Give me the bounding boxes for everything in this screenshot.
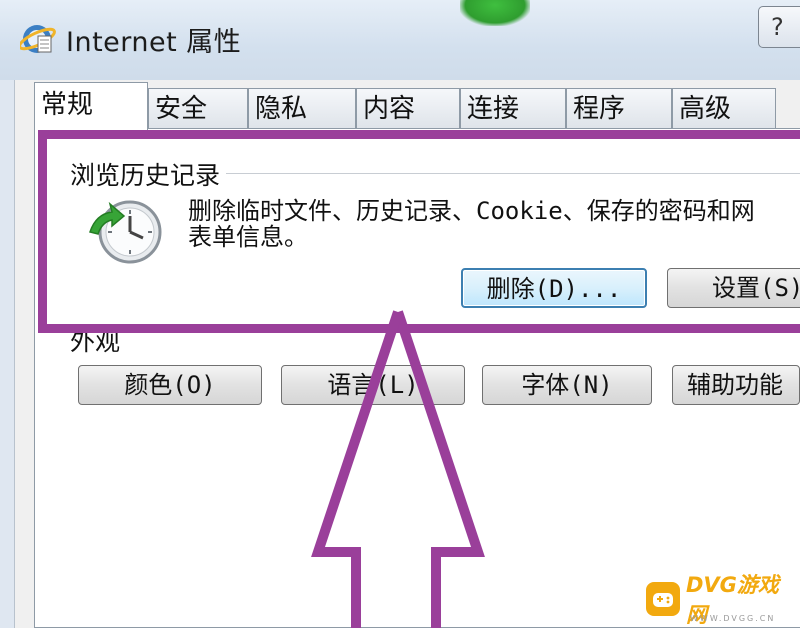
tab-content[interactable]: 内容 [356,88,460,128]
tab-programs[interactable]: 程序 [566,88,672,128]
background-blob [460,0,530,26]
tab-security[interactable]: 安全 [148,88,248,128]
window-titlebar[interactable]: Internet 属性 ? [0,0,800,81]
window-left-border [0,80,15,628]
tab-connections[interactable]: 连接 [460,88,566,128]
annotation-up-arrow [311,310,485,628]
tab-general[interactable]: 常规 [34,82,148,130]
help-button[interactable]: ? [758,6,800,48]
watermark-url: WWW.DVGG.CN [690,614,776,623]
watermark-logo: DVG游戏网 [646,573,796,627]
window-title: Internet 属性 [66,27,242,58]
fonts-button[interactable]: 字体(N) [482,365,652,405]
colors-button[interactable]: 颜色(O) [78,365,262,405]
internet-explorer-icon [20,25,56,53]
gamepad-icon [646,582,680,616]
tab-advanced[interactable]: 高级 [672,88,776,128]
accessibility-button[interactable]: 辅助功能 [672,365,800,405]
tab-privacy[interactable]: 隐私 [248,88,356,128]
